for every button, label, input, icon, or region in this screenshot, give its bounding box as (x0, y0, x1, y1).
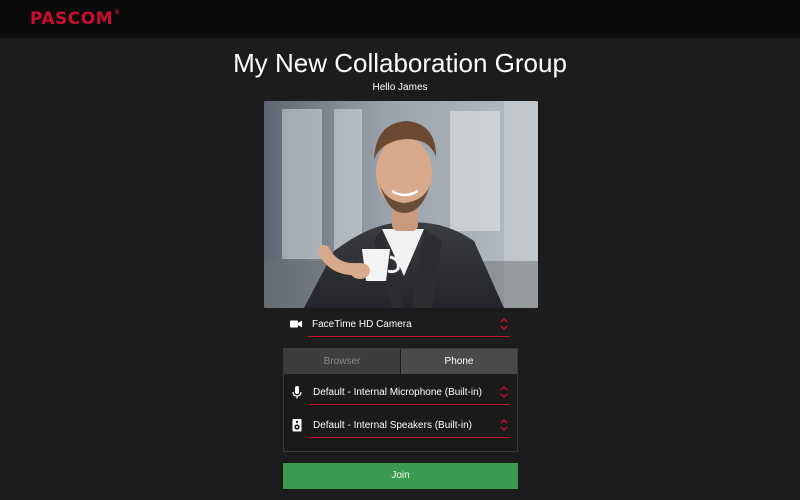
camera-select-value: FaceTime HD Camera (312, 319, 412, 330)
select-arrows-icon (500, 386, 508, 398)
camera-preview (264, 101, 538, 308)
camera-select[interactable]: FaceTime HD Camera (308, 313, 509, 337)
microphone-select[interactable]: Default - Internal Microphone (Built-in) (309, 381, 509, 405)
tab-browser[interactable]: Browser (284, 349, 401, 374)
page-title: My New Collaboration Group (233, 48, 567, 78)
speaker-select-value: Default - Internal Speakers (Built-in) (313, 420, 472, 431)
audio-settings-panel: Browser Phone Default - Internal Microph… (283, 348, 518, 452)
speaker-select[interactable]: Default - Internal Speakers (Built-in) (309, 414, 509, 438)
camera-select-row: FaceTime HD Camera (283, 313, 517, 339)
microphone-select-value: Default - Internal Microphone (Built-in) (313, 387, 482, 398)
join-button[interactable]: Join (283, 463, 518, 489)
select-arrows-icon (500, 419, 508, 431)
microphone-select-row: Default - Internal Microphone (Built-in) (284, 381, 517, 407)
camera-preview-image (264, 101, 538, 308)
greeting-text: Hello James (372, 82, 428, 93)
logo-text: PASCOM (30, 9, 114, 29)
top-bar: PASCOM® (0, 0, 800, 38)
video-camera-icon (290, 320, 302, 328)
speaker-select-row: Default - Internal Speakers (Built-in) (284, 414, 517, 440)
microphone-icon (292, 386, 302, 399)
pascom-logo[interactable]: PASCOM® (30, 9, 121, 29)
logo-registered-mark: ® (114, 9, 121, 16)
speaker-icon (292, 419, 302, 432)
tab-phone[interactable]: Phone (401, 349, 517, 374)
select-arrows-icon (500, 318, 508, 330)
audio-source-tabs: Browser Phone (284, 349, 517, 374)
